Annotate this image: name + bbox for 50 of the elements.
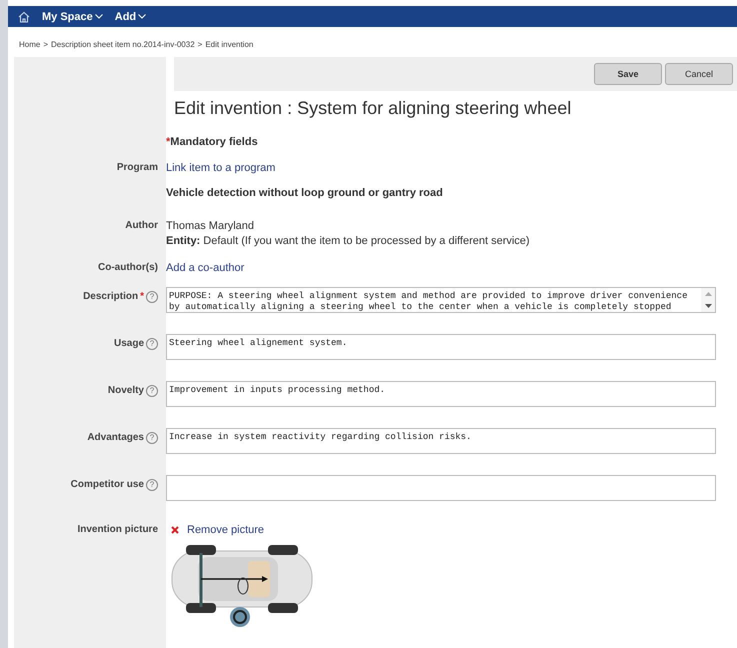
field-text: Improvement in inputs processing method. bbox=[169, 385, 386, 396]
help-icon[interactable]: ? bbox=[146, 291, 158, 303]
field-label: Description bbox=[83, 291, 138, 302]
field-label: Program bbox=[116, 162, 158, 173]
text-area-field[interactable]: Improvement in inputs processing method. bbox=[166, 381, 716, 407]
chevron-down-icon[interactable] bbox=[94, 14, 103, 19]
breadcrumb-separator: > bbox=[43, 40, 48, 50]
breadcrumb-link[interactable]: Edit invention bbox=[205, 40, 254, 50]
text-area-field[interactable]: PURPOSE: A steering wheel alignment system and method are provided to improve driver convenience by automatically aligning a steering wheel to the center when a vehicle is completely stopped bbox=[166, 287, 716, 313]
scroll-down-icon[interactable] bbox=[704, 304, 712, 308]
link[interactable]: Link item to a program bbox=[166, 162, 276, 174]
remove-picture-link[interactable]: Remove picture bbox=[187, 524, 264, 536]
required-mark: * bbox=[166, 136, 170, 148]
text-area-field[interactable]: Increase in system reactivity regarding collision risks. bbox=[166, 428, 716, 454]
field-text: PURPOSE: A steering wheel alignment system and method are provided to improve driver convenience bbox=[169, 291, 688, 302]
mandatory-note: Mandatory fields bbox=[170, 136, 258, 148]
home-icon[interactable] bbox=[18, 10, 30, 22]
entity-value: Default (If you want the item to be processed by a different service) bbox=[203, 235, 530, 247]
nav-menu-item[interactable]: My Space bbox=[42, 10, 93, 22]
field-label: Author bbox=[125, 220, 158, 231]
required-mark: * bbox=[140, 291, 144, 302]
breadcrumb-separator: > bbox=[198, 40, 202, 50]
cancel-button[interactable]: Cancel bbox=[665, 63, 733, 85]
field-label: Novelty bbox=[108, 385, 144, 396]
breadcrumb-link[interactable]: Home bbox=[19, 40, 40, 50]
field-label: Invention picture bbox=[77, 524, 158, 535]
field-text: by automatically aligning a steering wheel to the center when a vehicle is completely stopped bbox=[169, 302, 672, 312]
field-label: Co-author(s) bbox=[98, 262, 158, 273]
breadcrumb-link[interactable]: Description sheet item no.2014-inv-0032 bbox=[51, 40, 195, 50]
field-text: Increase in system reactivity regarding collision risks. bbox=[169, 432, 472, 443]
help-icon[interactable]: ? bbox=[146, 338, 158, 350]
help-icon[interactable]: ? bbox=[146, 479, 158, 491]
program-name: Vehicle detection without loop ground or gantry road bbox=[166, 187, 443, 199]
field-label: Usage bbox=[114, 338, 144, 349]
nav-menu-item[interactable]: Add bbox=[114, 10, 136, 22]
chevron-down-icon[interactable] bbox=[138, 14, 146, 19]
author-name: Thomas Maryland bbox=[166, 220, 256, 232]
entity-label: Entity: bbox=[166, 235, 200, 247]
link[interactable]: Add a co-author bbox=[166, 262, 244, 274]
field-label: Competitor use bbox=[70, 479, 144, 490]
scrollbar[interactable] bbox=[701, 288, 715, 312]
text-area-field[interactable]: Steering wheel alignement system. bbox=[166, 334, 716, 360]
field-text: Steering wheel alignement system. bbox=[169, 338, 348, 349]
help-icon[interactable]: ? bbox=[146, 432, 158, 444]
field-label: Advantages bbox=[87, 432, 144, 443]
remove-x-icon[interactable] bbox=[171, 526, 179, 534]
save-button[interactable]: Save bbox=[594, 63, 662, 85]
page-title: Edit invention : System for aligning steering wheel bbox=[174, 98, 572, 120]
help-icon[interactable]: ? bbox=[146, 385, 158, 397]
text-area-field[interactable] bbox=[166, 475, 716, 501]
